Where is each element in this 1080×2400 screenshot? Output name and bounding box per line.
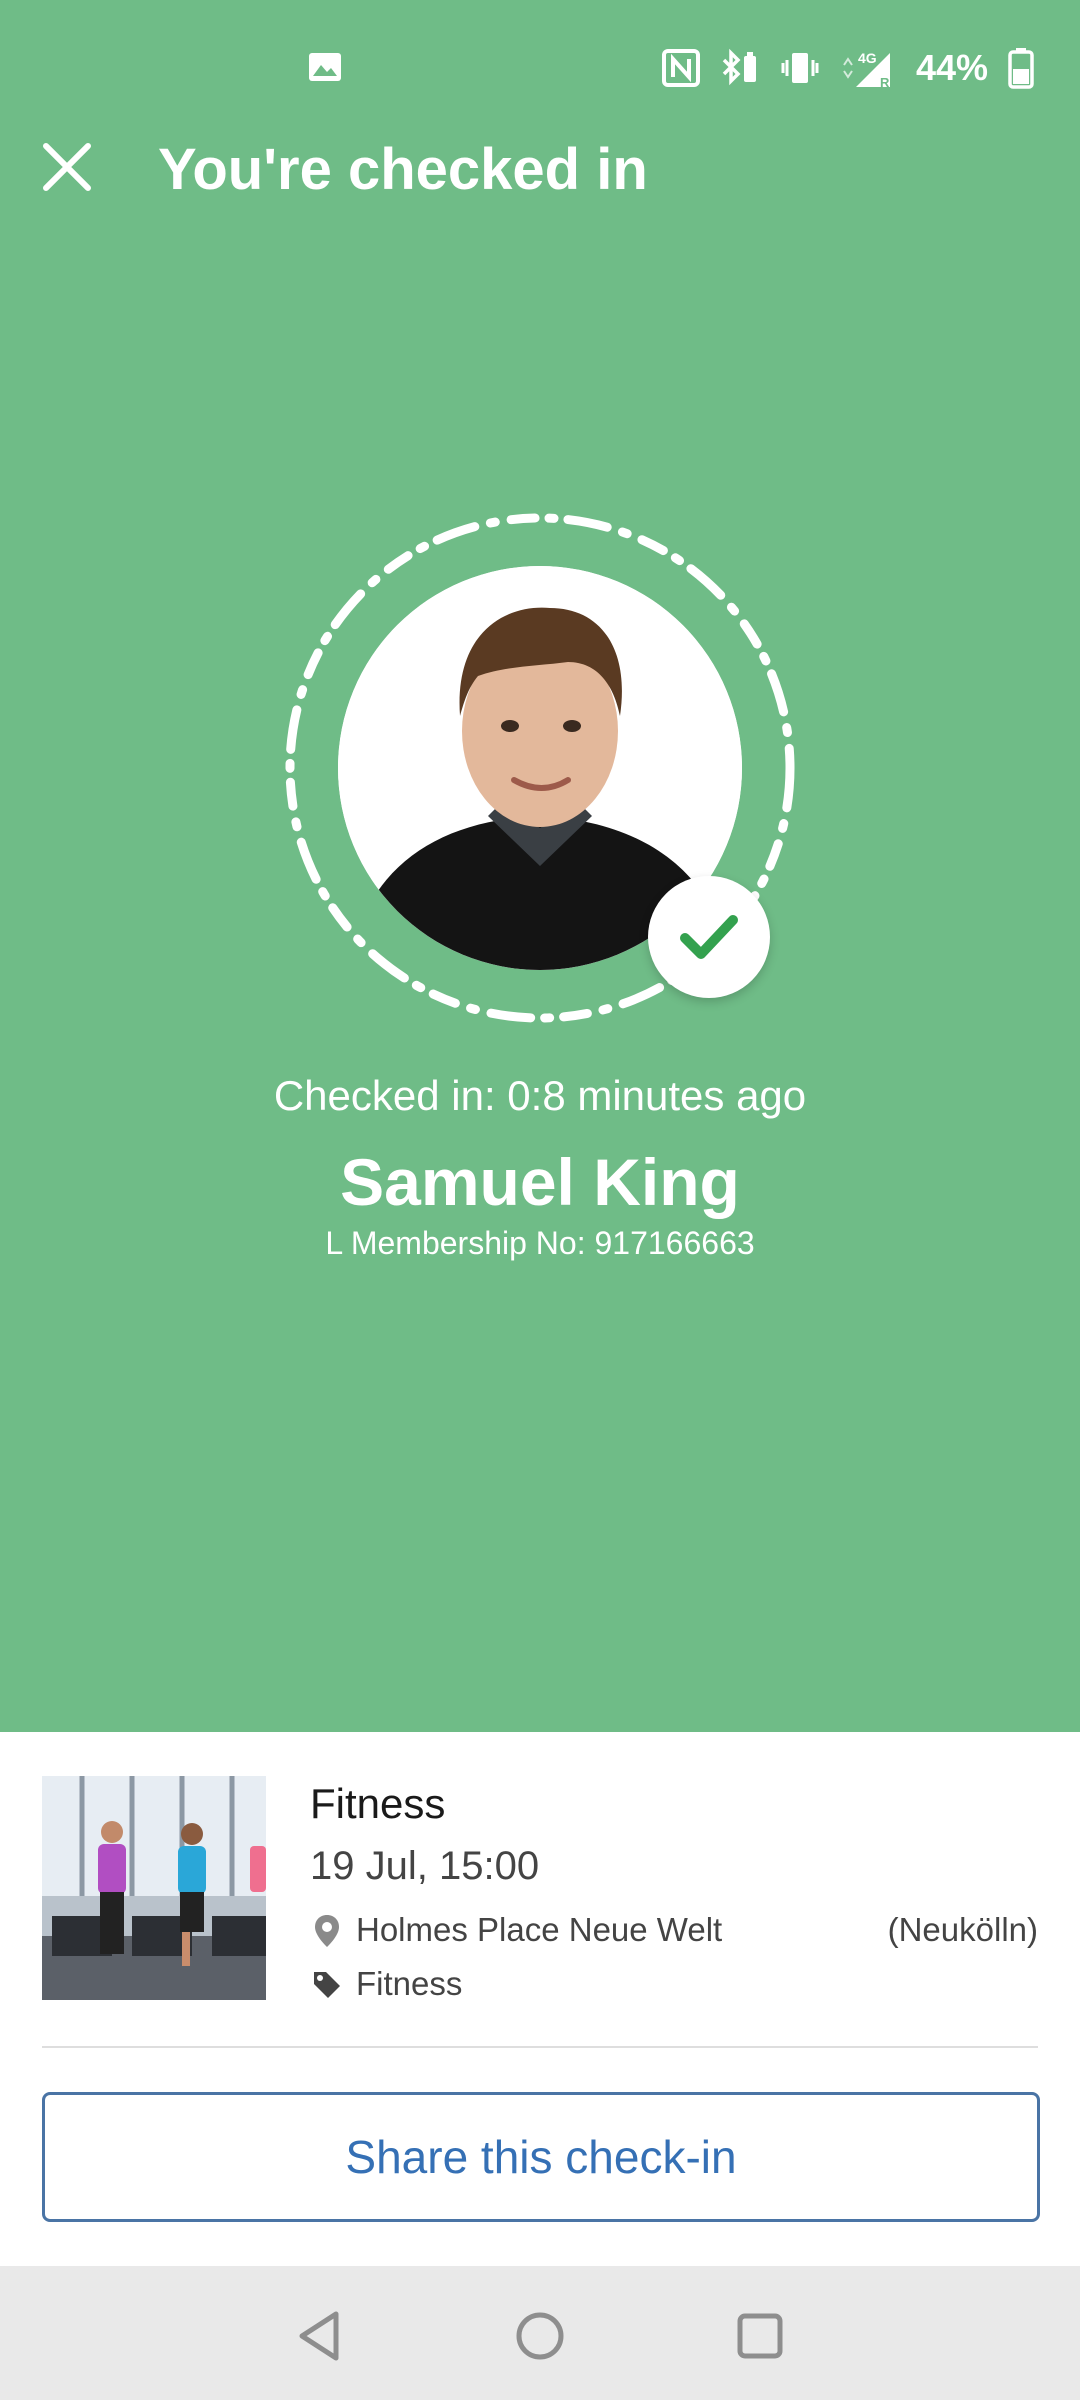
bluetooth-battery-icon — [722, 48, 756, 86]
class-thumbnail — [42, 1776, 266, 2000]
nav-back-button[interactable] — [280, 2296, 360, 2376]
nfc-icon — [661, 49, 700, 87]
recents-icon — [737, 2313, 783, 2359]
network-label: 4G — [858, 50, 877, 66]
class-location: Holmes Place Neue Welt (Neukölln) — [310, 1906, 1038, 1954]
location-pin-icon — [315, 1915, 339, 1947]
class-name: Fitness — [310, 1780, 446, 1827]
share-checkin-button[interactable]: Share this check-in — [42, 2092, 1040, 2222]
roaming-label: R — [880, 75, 890, 89]
location-area: (Neukölln) — [887, 1911, 1038, 1948]
location-name: Holmes Place Neue Welt — [356, 1911, 723, 1948]
checkin-time-text: Checked in: 0:8 minutes ago — [273, 1072, 807, 1119]
back-icon — [299, 2311, 339, 2361]
home-icon — [516, 2312, 564, 2360]
close-button[interactable] — [30, 130, 104, 204]
status-bar: 4G R 44% — [0, 0, 1080, 140]
gym-treadmill-image — [42, 1776, 266, 2000]
checkin-header-area: 4G R 44% You're checked in Checked in: 0… — [0, 0, 1080, 1732]
nav-recents-button[interactable] — [720, 2296, 800, 2376]
member-name: Samuel King — [340, 1145, 740, 1219]
gallery-icon — [309, 53, 341, 81]
close-icon — [43, 143, 91, 191]
membership-number: L Membership No: 917166663 — [325, 1225, 755, 1261]
vibrate-icon — [781, 53, 819, 83]
tag-icon — [314, 1972, 340, 1998]
page-title: You're checked in — [158, 137, 648, 202]
divider — [42, 2046, 1038, 2048]
signal-4g-icon: 4G R — [843, 50, 890, 89]
category-label: Fitness — [356, 1965, 463, 2002]
system-nav-bar — [0, 2266, 1080, 2400]
nav-home-button[interactable] — [500, 2296, 580, 2376]
battery-icon — [1008, 48, 1034, 89]
class-date: 19 Jul, 15:00 — [310, 1844, 540, 1888]
checkmark-icon — [680, 915, 738, 959]
battery-percent: 44% — [915, 47, 988, 88]
checked-in-badge — [648, 876, 770, 998]
